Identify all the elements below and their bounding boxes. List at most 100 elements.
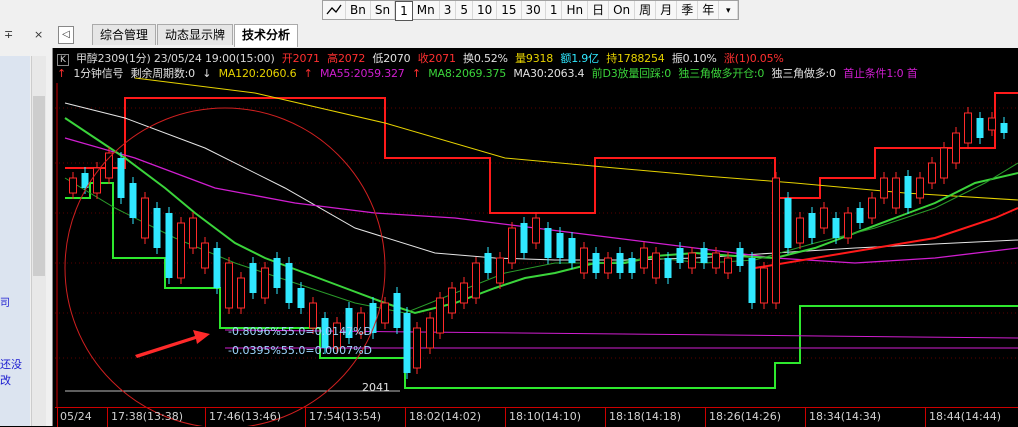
candle-body-up — [448, 287, 456, 314]
left-side-panel: ∓ × 司 还没改 — [0, 22, 53, 426]
price-header: K 甲醇2309(1分) 23/05/24 19:00(15:00) 开2071… — [57, 50, 788, 66]
candle-body-down — [393, 293, 401, 328]
candle-body-up — [940, 147, 948, 179]
tab-overview[interactable]: 综合管理 — [92, 24, 157, 45]
candle-body-down — [129, 183, 137, 218]
period-button-15[interactable]: 15 — [497, 1, 522, 19]
candle-body-up — [508, 227, 516, 264]
candle-body-down — [249, 263, 257, 293]
time-tick — [605, 408, 606, 427]
ma30-line — [64, 102, 1018, 261]
candle-body-down — [165, 213, 173, 278]
upper-band-line — [65, 92, 1018, 214]
close-price: 收2071 — [417, 52, 456, 65]
candle-body-up — [381, 302, 389, 324]
contract-title: 甲醇2309(1分) 23/05/24 19:00(15:00) — [76, 52, 275, 65]
tab-dynamic-board[interactable]: 动态显示牌 — [157, 24, 234, 45]
close-icon[interactable]: × — [34, 28, 43, 41]
candle-body-up — [988, 117, 996, 131]
candle-body-up — [580, 247, 588, 274]
amplitude: 振0.10% — [671, 52, 717, 65]
pointer-arrow-icon — [135, 330, 210, 358]
candle-body-up — [772, 177, 780, 304]
time-label: 05/24 — [60, 410, 92, 423]
candle-body-up — [460, 282, 468, 304]
scrollbar-thumb[interactable] — [33, 96, 45, 276]
candle-body-up — [261, 267, 269, 299]
candle-body-down — [1000, 123, 1008, 133]
period-button-1min[interactable]: 1 — [395, 1, 413, 21]
period-button-mn[interactable]: Mn — [413, 1, 440, 19]
line-chart-icon[interactable] — [323, 1, 346, 19]
more-periods-dropdown[interactable]: ▾ — [719, 1, 739, 19]
period-button-10[interactable]: 10 — [473, 1, 498, 19]
candle-body-up — [640, 247, 648, 269]
candle-body-down — [592, 253, 600, 273]
period-button-30[interactable]: 30 — [522, 1, 546, 19]
time-label: 17:54(13:54) — [309, 410, 381, 423]
panel-text-1: 司 — [0, 298, 10, 309]
candle-body-up — [413, 327, 421, 369]
period-button-week[interactable]: 周 — [635, 1, 657, 19]
period-button-on[interactable]: On — [609, 1, 636, 19]
candle-body-down — [784, 198, 792, 248]
time-axis: 05/24 17:38(13:38) 17:46(13:46) 17:54(13… — [55, 407, 1018, 427]
percent-annotation-1: -0.8096%55.0=0.0147%D — [228, 325, 373, 338]
period-button-hn[interactable]: Hn — [562, 1, 589, 19]
panel-scrollbar[interactable] — [31, 56, 46, 426]
time-tick — [205, 408, 206, 427]
candle-body-up — [105, 152, 113, 179]
candle-body-down — [273, 258, 281, 288]
candle-body-down — [520, 223, 528, 253]
remaining-periods: 剩余周期数:0 — [130, 67, 196, 80]
candle-body-down — [808, 213, 816, 238]
time-tick — [925, 408, 926, 427]
panel-content: 司 还没改 — [0, 56, 30, 426]
time-label: 18:44(14:44) — [929, 410, 1001, 423]
triangle-open-signal: 独三角做多开仓:0 — [678, 67, 765, 80]
indicator-header: ↑ 1分钟信号 剩余周期数:0 ↓ MA120:2060.6 ↑ MA55:20… — [57, 65, 922, 81]
period-button-year[interactable]: 年 — [698, 1, 720, 19]
kline-chart[interactable]: K 甲醇2309(1分) 23/05/24 19:00(15:00) 开2071… — [55, 48, 1018, 427]
percent-annotation-2: -0.0395%55.0=0.0007%D — [228, 344, 373, 357]
period-button-month[interactable]: 月 — [656, 1, 678, 19]
candle-body-up — [472, 262, 480, 299]
candle-body-down — [904, 176, 912, 208]
candle-body-down — [153, 208, 161, 248]
tab-strip: ◁ 综合管理 动态显示牌 技术分析 — [52, 22, 1018, 48]
period-button-group: Bn Sn 1 Mn 3 5 10 15 30 1 Hn 日 On 周 月 季 … — [322, 0, 740, 21]
period-button-3[interactable]: 3 — [440, 1, 457, 19]
time-tick — [705, 408, 706, 427]
candle-body-up — [496, 257, 504, 284]
ma8-value: MA8:2069.375 — [428, 67, 507, 80]
change-pct: 涨(1)0.05% — [723, 52, 784, 65]
time-label: 18:10(14:10) — [509, 410, 581, 423]
candle-body-up — [880, 177, 888, 199]
candle-body-up — [760, 267, 768, 304]
candle-body-down — [213, 248, 221, 288]
period-button-1h[interactable]: 1 — [546, 1, 563, 19]
high-price: 高2072 — [327, 52, 366, 65]
panel-text-2: 还没改 — [0, 358, 22, 387]
pin-icon[interactable]: ∓ — [4, 28, 13, 41]
candle-body-up — [892, 177, 900, 209]
period-button-quarter[interactable]: 季 — [677, 1, 699, 19]
candle-body-down — [484, 253, 492, 273]
chart-canvas[interactable] — [55, 48, 1018, 426]
period-button-day[interactable]: 日 — [588, 1, 610, 19]
period-button-5[interactable]: 5 — [456, 1, 473, 19]
candle-body-up — [868, 197, 876, 219]
period-button-sn[interactable]: Sn — [371, 1, 396, 19]
candle-body-down — [297, 288, 305, 308]
tab-technical-analysis[interactable]: 技术分析 — [234, 24, 299, 47]
tab-scroll-left-icon[interactable]: ◁ — [58, 26, 74, 44]
candle-body-down — [856, 208, 864, 223]
period-button-bn[interactable]: Bn — [346, 1, 371, 19]
candle-body-up — [964, 112, 972, 144]
open-price: 开2071 — [281, 52, 320, 65]
candle-body-down — [976, 118, 984, 138]
stop-condition: 首止条件1:0 首 — [843, 67, 918, 80]
time-label: 18:26(14:26) — [709, 410, 781, 423]
open-interest: 持1788254 — [606, 52, 665, 65]
low-price-label: 2041 — [362, 381, 390, 394]
